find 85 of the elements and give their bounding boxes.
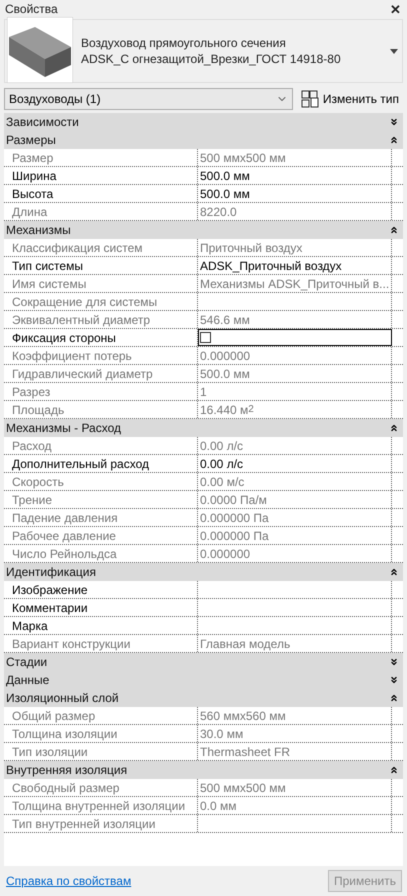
collapse-icon[interactable] [389, 567, 399, 577]
property-value: 0.00 л/с [198, 437, 392, 454]
category-filter[interactable]: Воздуховоды (1) [4, 88, 293, 110]
property-name: Изображение [4, 581, 198, 598]
expand-icon[interactable] [389, 117, 399, 127]
help-link[interactable]: Справка по свойствам [6, 874, 132, 888]
property-value: 500 ммx500 мм [198, 779, 392, 796]
property-value: 546.6 мм [198, 311, 392, 328]
property-value: 0.00 м/с [198, 473, 392, 490]
panel-title: Свойства [5, 2, 58, 16]
property-value[interactable]: 500.0 мм [198, 185, 392, 202]
property-name: Сокращение для системы [4, 293, 198, 310]
property-name: Фиксация стороны [4, 329, 198, 346]
property-name: Площадь [4, 401, 198, 418]
property-value: 500 ммx500 мм [198, 149, 392, 166]
property-value: 0.000000 Па [198, 509, 392, 526]
property-value[interactable]: 500.0 мм [198, 167, 392, 184]
property-value[interactable]: ADSK_Приточный воздух [198, 257, 392, 274]
property-value: Механизмы ADSK_Приточный в... [198, 275, 392, 292]
collapse-icon[interactable] [389, 225, 399, 235]
property-name: Расход [4, 437, 198, 454]
property-name: Классификация систем [4, 239, 198, 256]
property-name: Трение [4, 491, 198, 508]
edit-type-icon [300, 90, 319, 108]
section-header[interactable]: Идентификация [4, 563, 403, 581]
dropdown-icon[interactable] [390, 48, 398, 54]
property-value: 0.000000 Па [198, 527, 392, 544]
property-value: 0.0000 Па/м [198, 491, 392, 508]
property-name: Эквивалентный диаметр [4, 311, 198, 328]
section-header[interactable]: Данные [4, 671, 403, 689]
section-header[interactable]: Зависимости [4, 113, 403, 131]
type-selector[interactable]: Воздуховод прямоугольного сечения ADSK_С огнезащитой_Врезки_ГОСТ 14918-80 [4, 19, 403, 83]
property-value: 560 ммx560 мм [198, 707, 392, 724]
collapse-icon[interactable] [389, 693, 399, 703]
property-name: Высота [4, 185, 198, 202]
property-name: Марка [4, 617, 198, 634]
property-name: Тип изоляции [4, 743, 198, 760]
property-name: Ширина [4, 167, 198, 184]
property-name: Тип внутренней изоляции [4, 815, 198, 832]
property-value: 30.0 мм [198, 725, 392, 742]
family-name: Воздуховод прямоугольного сечения [81, 36, 287, 50]
property-name: Скорость [4, 473, 198, 490]
section-header[interactable]: Внутренняя изоляция [4, 761, 403, 779]
property-name: Число Рейнольдса [4, 545, 198, 562]
property-value: 1 [198, 383, 392, 400]
property-value: Главная модель [198, 635, 392, 652]
collapse-icon[interactable] [389, 423, 399, 433]
property-name: Длина [4, 203, 198, 220]
property-name: Коэффициент потерь [4, 347, 198, 364]
property-value: 0.000000 [198, 347, 392, 364]
property-value: 0.0 мм [198, 797, 392, 814]
property-value: 0.000000 [198, 545, 392, 562]
property-value: Приточный воздух [198, 239, 392, 256]
expand-icon[interactable] [389, 675, 399, 685]
section-header[interactable]: Стадии [4, 653, 403, 671]
collapse-icon[interactable] [389, 135, 399, 145]
property-name: Тип системы [4, 257, 198, 274]
section-header[interactable]: Изоляционный слой [4, 689, 403, 707]
property-value: Thermasheet FR [198, 743, 392, 760]
property-name: Гидравлический диаметр [4, 365, 198, 382]
property-name: Общий размер [4, 707, 198, 724]
close-button[interactable]: ✕ [390, 2, 401, 16]
property-value: 500.0 мм [198, 365, 392, 382]
type-name: ADSK_С огнезащитой_Врезки_ГОСТ 14918-80 [81, 52, 342, 66]
property-value[interactable]: 0.00 л/с [198, 455, 392, 472]
section-header[interactable]: Механизмы - Расход [4, 419, 403, 437]
property-name: Свободный размер [4, 779, 198, 796]
edit-type-button[interactable]: Изменить тип [296, 90, 403, 108]
checkbox[interactable] [200, 332, 211, 343]
property-name: Комментарии [4, 599, 198, 616]
property-name: Падение давления [4, 509, 198, 526]
section-header[interactable]: Размеры [4, 131, 403, 149]
property-name: Толщина внутренней изоляции [4, 797, 198, 814]
property-value: 8220.0 [198, 203, 392, 220]
property-name: Рабочее давление [4, 527, 198, 544]
property-name: Размер [4, 149, 198, 166]
property-name: Дополнительный расход [4, 455, 198, 472]
property-name: Толщина изоляции [4, 725, 198, 742]
section-header[interactable]: Механизмы [4, 221, 403, 239]
property-name: Имя системы [4, 275, 198, 292]
property-name: Разрез [4, 383, 198, 400]
property-name: Вариант конструкции [4, 635, 198, 652]
expand-icon[interactable] [389, 657, 399, 667]
collapse-icon[interactable] [389, 765, 399, 775]
duct-preview-icon [7, 17, 73, 83]
